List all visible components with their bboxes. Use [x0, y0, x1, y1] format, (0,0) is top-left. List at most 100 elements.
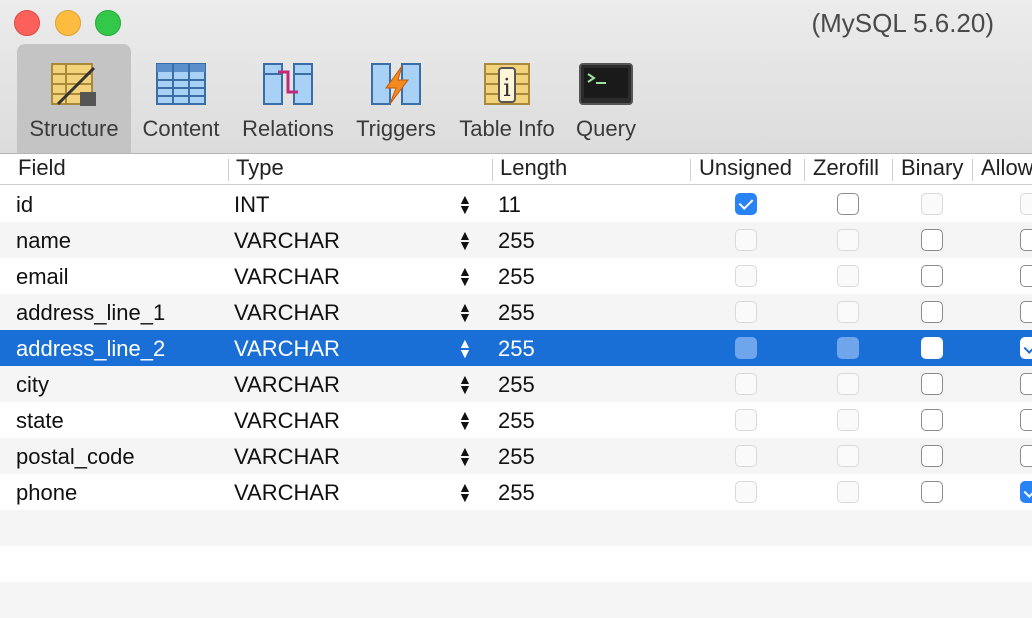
binary-checkbox[interactable]: [921, 265, 943, 287]
field-name-cell[interactable]: name: [16, 228, 71, 254]
table-row[interactable]: address_line_2 VARCHAR 255 ▲ ▼: [0, 330, 1032, 366]
toolbar-label: Query: [576, 116, 636, 141]
type-cell[interactable]: VARCHAR: [234, 480, 340, 506]
field-name-cell[interactable]: address_line_2: [16, 336, 165, 362]
table-row[interactable]: address_line_1 VARCHAR 255 ▲ ▼: [0, 294, 1032, 330]
length-cell[interactable]: 255: [498, 408, 535, 434]
table-row[interactable]: state VARCHAR 255 ▲ ▼: [0, 402, 1032, 438]
allow-null-checkbox[interactable]: [1020, 445, 1032, 467]
zoom-window-button[interactable]: [95, 10, 121, 36]
allow-null-checkbox[interactable]: [1020, 481, 1032, 503]
toolbar-label: Table Info: [459, 116, 555, 141]
type-cell[interactable]: VARCHAR: [234, 264, 340, 290]
column-header-binary[interactable]: Binary: [901, 155, 963, 181]
toolbar-label: Structure: [29, 116, 119, 141]
allow-null-checkbox[interactable]: [1020, 373, 1032, 395]
zerofill-checkbox[interactable]: [837, 193, 859, 215]
table-header: Field Type Length Unsigned Zerofill Bina…: [0, 154, 1032, 185]
table-row[interactable]: city VARCHAR 255 ▲ ▼: [0, 366, 1032, 402]
allow-null-checkbox[interactable]: [1020, 229, 1032, 251]
length-cell[interactable]: 255: [498, 336, 535, 362]
toolbar-triggers-button[interactable]: Triggers: [350, 44, 442, 153]
binary-checkbox[interactable]: [921, 481, 943, 503]
column-header-length[interactable]: Length: [500, 155, 567, 181]
binary-checkbox[interactable]: [921, 445, 943, 467]
binary-checkbox[interactable]: [921, 409, 943, 431]
type-cell[interactable]: VARCHAR: [234, 336, 340, 362]
toolbar-relations-button[interactable]: Relations: [236, 44, 340, 153]
toolbar-label: Relations: [242, 116, 334, 141]
structure-icon: [51, 63, 96, 106]
type-select-stepper-icon[interactable]: ▲ ▼: [458, 444, 472, 468]
field-name-cell[interactable]: state: [16, 408, 64, 434]
type-cell[interactable]: VARCHAR: [234, 444, 340, 470]
triggers-icon: [371, 63, 421, 105]
table-row[interactable]: id INT 11 ▲ ▼: [0, 186, 1032, 222]
table-row[interactable]: phone VARCHAR 255 ▲ ▼: [0, 474, 1032, 510]
length-cell[interactable]: 255: [498, 228, 535, 254]
close-window-button[interactable]: [14, 10, 40, 36]
unsigned-checkbox: [735, 301, 757, 323]
type-select-stepper-icon[interactable]: ▲ ▼: [458, 192, 472, 216]
type-cell[interactable]: VARCHAR: [234, 228, 340, 254]
column-header-type[interactable]: Type: [236, 155, 284, 181]
binary-checkbox: [921, 193, 943, 215]
type-cell[interactable]: VARCHAR: [234, 300, 340, 326]
field-name-cell[interactable]: city: [16, 372, 49, 398]
window-title: (MySQL 5.6.20): [811, 8, 994, 38]
column-header-allow-null[interactable]: Allow: [981, 155, 1032, 181]
length-cell[interactable]: 255: [498, 372, 535, 398]
allow-null-checkbox[interactable]: [1020, 337, 1032, 359]
table-row[interactable]: name VARCHAR 255 ▲ ▼: [0, 222, 1032, 258]
unsigned-checkbox: [735, 445, 757, 467]
toolbar-table-info-button[interactable]: i Table Info: [452, 44, 562, 153]
type-cell[interactable]: VARCHAR: [234, 372, 340, 398]
zerofill-checkbox: [837, 481, 859, 503]
binary-checkbox[interactable]: [921, 337, 943, 359]
table-row[interactable]: postal_code VARCHAR 255 ▲ ▼: [0, 438, 1032, 474]
unsigned-checkbox: [735, 229, 757, 251]
binary-checkbox[interactable]: [921, 373, 943, 395]
zerofill-checkbox: [837, 337, 859, 359]
type-select-stepper-icon[interactable]: ▲ ▼: [458, 372, 472, 396]
table-row[interactable]: email VARCHAR 255 ▲ ▼: [0, 258, 1032, 294]
column-header-zerofill[interactable]: Zerofill: [813, 155, 879, 181]
field-name-cell[interactable]: address_line_1: [16, 300, 165, 326]
type-cell[interactable]: INT: [234, 192, 269, 218]
type-select-stepper-icon[interactable]: ▲ ▼: [458, 264, 472, 288]
length-cell[interactable]: 255: [498, 444, 535, 470]
length-cell[interactable]: 255: [498, 264, 535, 290]
type-select-stepper-icon[interactable]: ▲ ▼: [458, 300, 472, 324]
toolbar-content-button[interactable]: Content: [137, 44, 225, 153]
type-select-stepper-icon[interactable]: ▲ ▼: [458, 408, 472, 432]
toolbar-query-button[interactable]: Query: [568, 44, 644, 153]
minimize-window-button[interactable]: [55, 10, 81, 36]
column-header-field[interactable]: Field: [18, 155, 66, 181]
field-name-cell[interactable]: id: [16, 192, 33, 218]
binary-checkbox[interactable]: [921, 229, 943, 251]
allow-null-checkbox[interactable]: [1020, 409, 1032, 431]
type-select-stepper-icon[interactable]: ▲ ▼: [458, 336, 472, 360]
allow-null-checkbox: [1020, 193, 1032, 215]
zerofill-checkbox: [837, 301, 859, 323]
toolbar-label: Triggers: [356, 116, 436, 141]
zerofill-checkbox: [837, 373, 859, 395]
allow-null-checkbox[interactable]: [1020, 265, 1032, 287]
length-cell[interactable]: 255: [498, 300, 535, 326]
zerofill-checkbox: [837, 265, 859, 287]
type-select-stepper-icon[interactable]: ▲ ▼: [458, 228, 472, 252]
relations-icon: [263, 63, 313, 105]
column-header-unsigned[interactable]: Unsigned: [699, 155, 792, 181]
field-name-cell[interactable]: postal_code: [16, 444, 135, 470]
length-cell[interactable]: 255: [498, 480, 535, 506]
zerofill-checkbox: [837, 445, 859, 467]
field-name-cell[interactable]: email: [16, 264, 69, 290]
type-select-stepper-icon[interactable]: ▲ ▼: [458, 480, 472, 504]
unsigned-checkbox[interactable]: [735, 193, 757, 215]
length-cell[interactable]: 11: [498, 192, 521, 218]
allow-null-checkbox[interactable]: [1020, 301, 1032, 323]
binary-checkbox[interactable]: [921, 301, 943, 323]
toolbar-structure-button[interactable]: Structure: [17, 44, 131, 153]
type-cell[interactable]: VARCHAR: [234, 408, 340, 434]
field-name-cell[interactable]: phone: [16, 480, 77, 506]
